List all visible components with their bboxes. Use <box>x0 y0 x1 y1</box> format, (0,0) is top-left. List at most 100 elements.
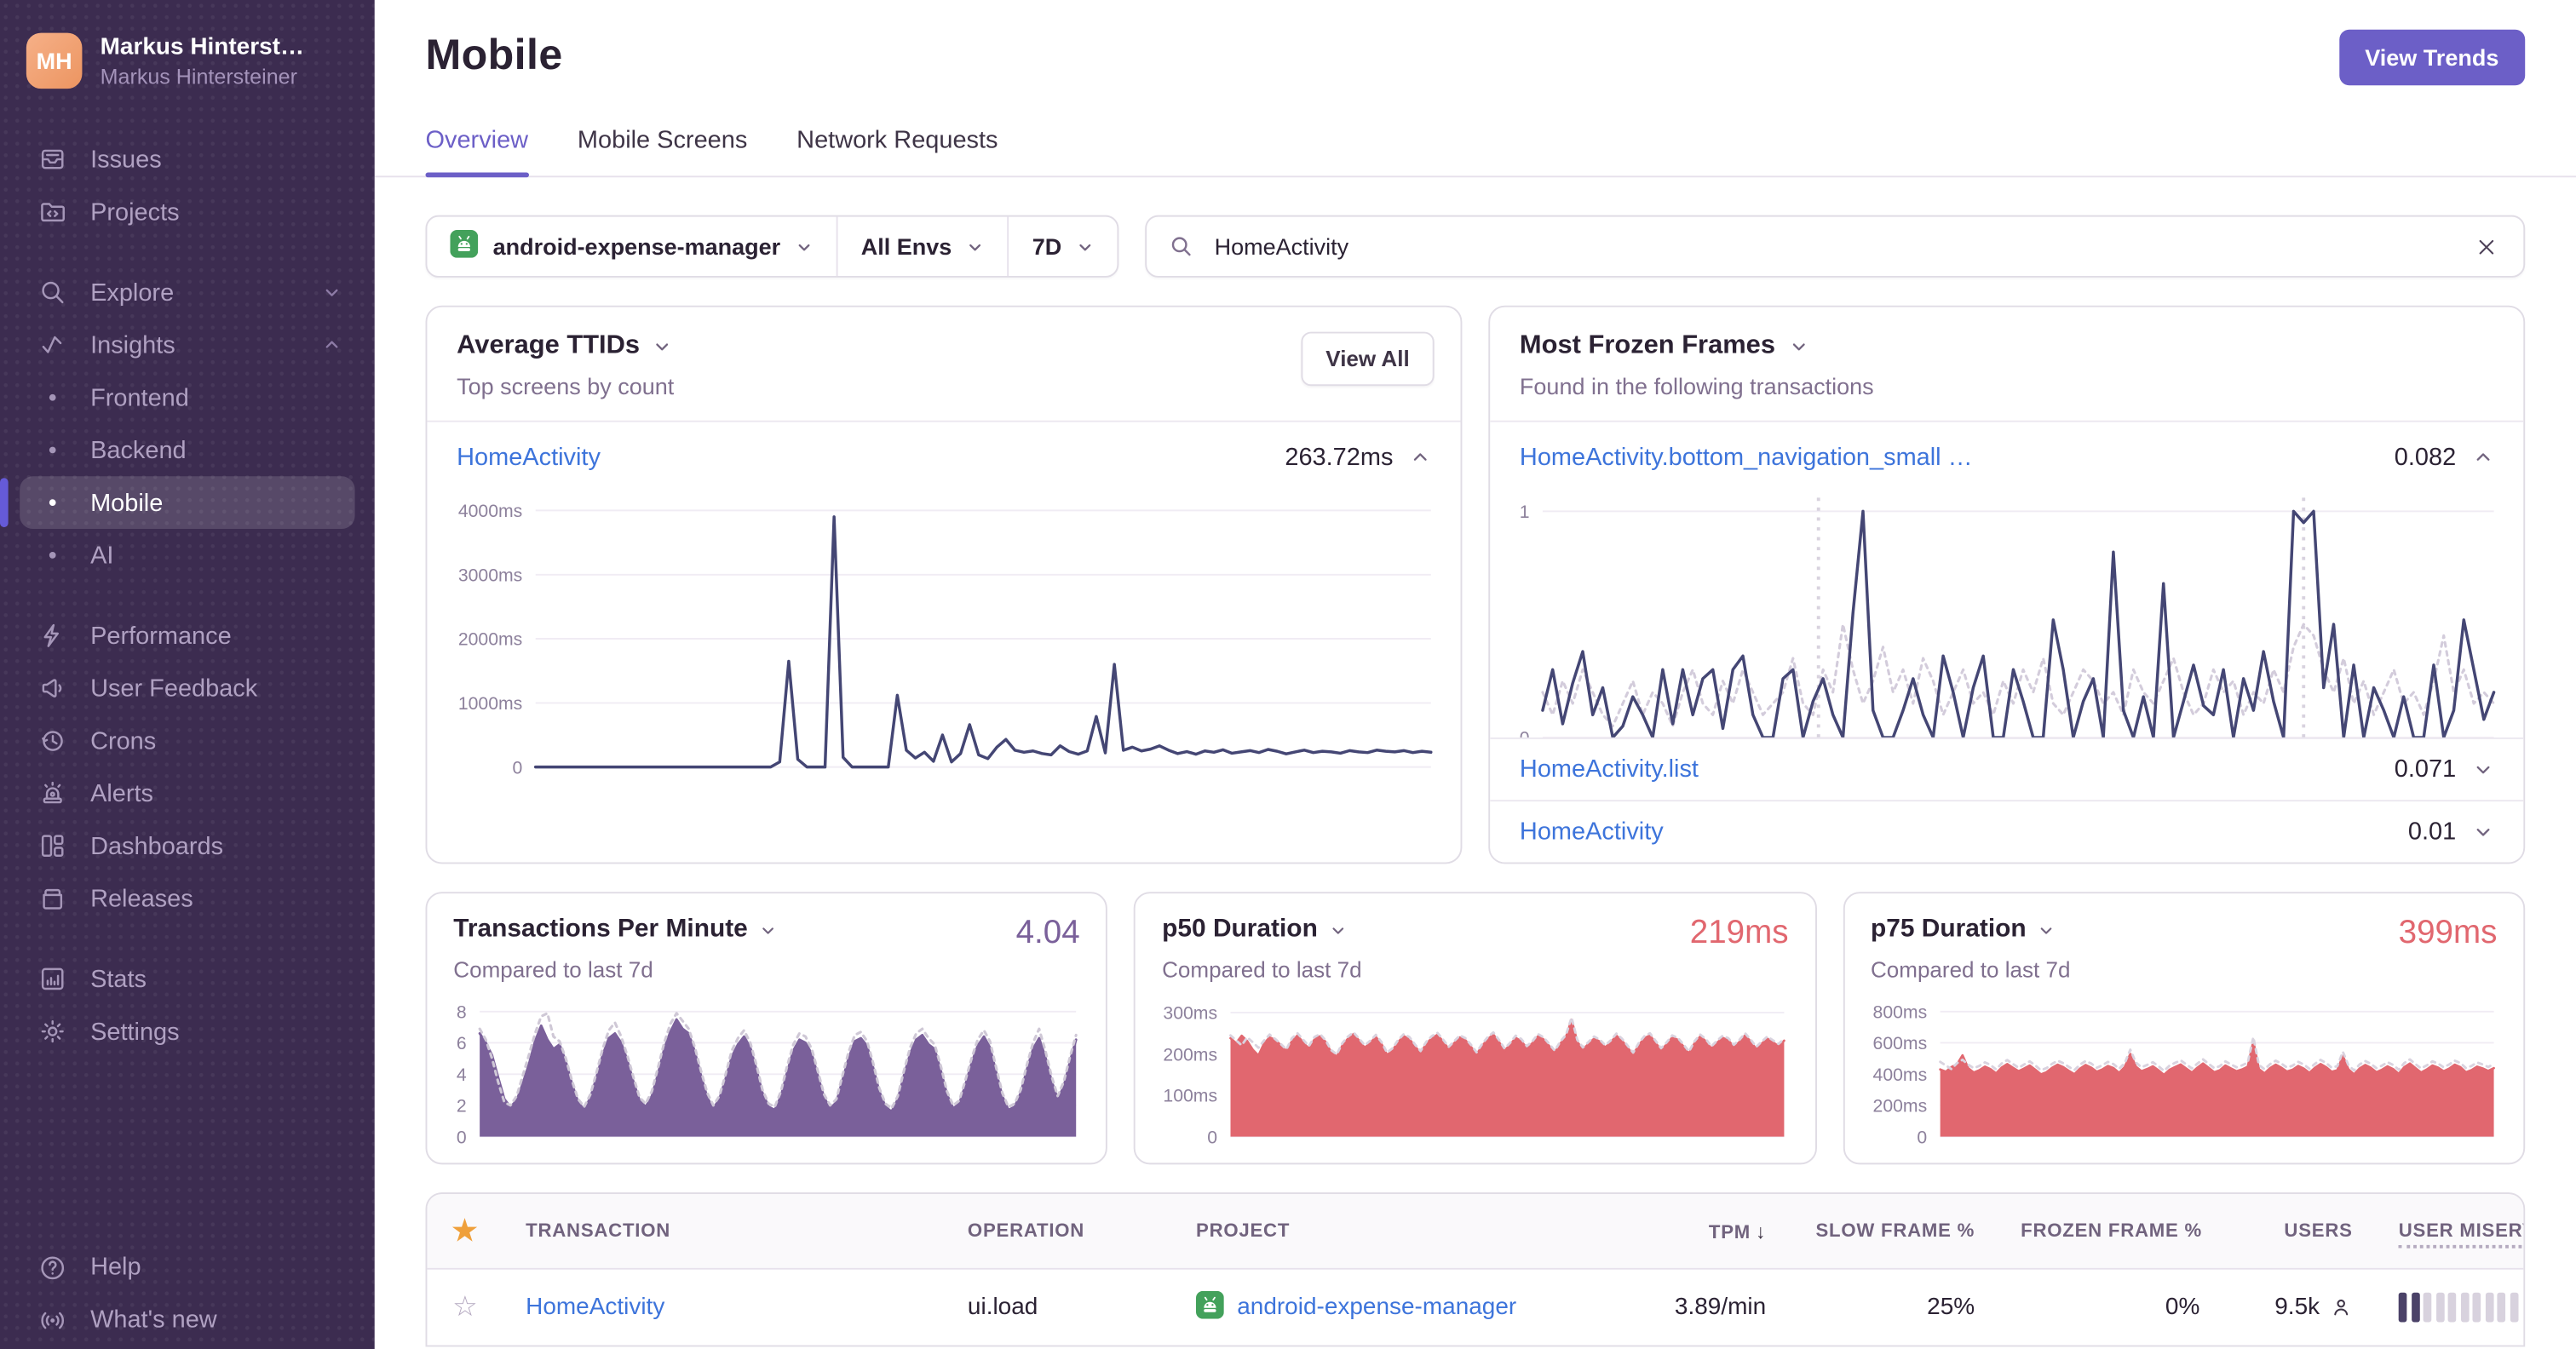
environment-selector-label: All Envs <box>860 232 952 260</box>
date-range-selector-label: 7D <box>1032 232 1062 260</box>
column-frozen-frame[interactable]: FROZEN FRAME % <box>1998 1221 2222 1241</box>
card-subtitle: Compared to last 7d <box>1870 957 2071 983</box>
broadcast-icon <box>36 1305 69 1335</box>
sidebar-item-settings[interactable]: Settings <box>20 1005 354 1058</box>
sidebar-item-insights[interactable]: Insights <box>20 319 354 371</box>
sidebar-item-releases[interactable]: Releases <box>20 872 354 925</box>
sidebar-item-label: Crons <box>90 726 157 755</box>
sidebar-group-main: Issues Projects <box>0 133 375 238</box>
sidebar-item-performance[interactable]: Performance <box>20 609 354 662</box>
svg-text:0: 0 <box>1208 1128 1218 1146</box>
view-all-button[interactable]: View All <box>1301 331 1435 387</box>
user-menu[interactable]: MH Markus Hinterst… Markus Hintersteiner <box>0 0 375 105</box>
chevron-up-icon[interactable] <box>1410 447 1431 468</box>
transaction-link[interactable]: HomeActivity <box>1520 818 1664 846</box>
project-selector[interactable]: android-expense-manager <box>427 217 836 276</box>
page-title: Mobile <box>425 29 563 79</box>
tab-overview[interactable]: Overview <box>425 126 528 178</box>
environment-selector[interactable]: All Envs <box>836 216 1008 276</box>
sidebar-item-explore[interactable]: Explore <box>20 266 354 319</box>
bullet-icon <box>36 393 69 401</box>
tab-mobile-screens[interactable]: Mobile Screens <box>578 126 747 175</box>
sidebar-item-projects[interactable]: Projects <box>20 186 354 238</box>
transaction-link[interactable]: HomeActivity <box>526 1294 664 1321</box>
bullet-icon <box>36 446 69 454</box>
chevron-up-icon <box>322 335 342 354</box>
chevron-down-icon <box>967 238 985 255</box>
svg-text:600ms: 600ms <box>1872 1034 1927 1053</box>
metric-cards-row: Transactions Per Minute 4.04 Compared to… <box>425 892 2526 1165</box>
p75-value: 399ms <box>2398 915 2498 951</box>
tab-network-requests[interactable]: Network Requests <box>796 126 998 175</box>
date-range-selector[interactable]: 7D <box>1007 216 1118 276</box>
sidebar-item-dashboards[interactable]: Dashboards <box>20 819 354 872</box>
chevron-down-icon <box>1077 238 1095 255</box>
sidebar-item-label: Insights <box>90 330 175 359</box>
transaction-link[interactable]: HomeActivity <box>457 444 601 472</box>
chevron-down-icon[interactable] <box>2038 921 2056 939</box>
filter-bar: android-expense-manager All Envs 7D <box>425 215 2526 278</box>
transaction-link[interactable]: HomeActivity.bottom_navigation_small … <box>1520 444 1973 472</box>
tpm-cell: 3.89/min <box>1674 1294 1767 1321</box>
transaction-link[interactable]: HomeActivity.list <box>1520 755 1699 784</box>
frozen-accordion-row-expanded: HomeActivity.bottom_navigation_small … 0… <box>1490 422 2523 485</box>
svg-text:3000ms: 3000ms <box>458 566 522 586</box>
frozen-frames-header: Most Frozen Frames Found in the followin… <box>1490 307 2524 422</box>
table-row: ☆ HomeActivity ui.load android-expense-m… <box>427 1269 2524 1346</box>
column-project[interactable]: PROJECT <box>1173 1221 1600 1241</box>
column-tpm[interactable]: TPM ↓ <box>1600 1220 1789 1243</box>
star-outline-icon[interactable]: ☆ <box>427 1291 503 1324</box>
frozen-value: 0.071 <box>2394 755 2457 784</box>
sidebar-group-explore: Explore Insights Frontend Backend Mobile… <box>0 266 375 581</box>
chevron-up-icon[interactable] <box>2472 447 2493 468</box>
chevron-down-icon[interactable] <box>2472 821 2493 842</box>
view-trends-button[interactable]: View Trends <box>2338 29 2526 86</box>
p75-chart: 800ms 600ms 400ms 200ms 0 <box>1854 996 2501 1147</box>
sidebar-item-mobile[interactable]: Mobile <box>0 476 355 529</box>
card-title: p50 Duration <box>1162 915 1318 943</box>
chevron-down-icon[interactable] <box>653 336 673 356</box>
column-operation[interactable]: OPERATION <box>945 1221 1173 1241</box>
tpm-chart: 8 6 4 2 0 <box>437 996 1084 1147</box>
frozen-accordion-row: HomeActivity.list 0.071 <box>1490 737 2524 801</box>
sidebar-item-crons[interactable]: Crons <box>20 715 354 767</box>
project-link[interactable]: android-expense-manager <box>1237 1294 1516 1321</box>
chevron-down-icon[interactable] <box>759 921 777 939</box>
svg-text:0: 0 <box>457 1128 467 1146</box>
siren-icon <box>36 778 69 808</box>
column-transaction[interactable]: TRANSACTION <box>503 1221 945 1241</box>
chevron-down-icon[interactable] <box>2472 759 2493 780</box>
sidebar-item-frontend[interactable]: Frontend <box>20 371 354 424</box>
sidebar-item-help[interactable]: Help <box>20 1241 354 1294</box>
transactions-table: ★ TRANSACTION OPERATION PROJECT TPM ↓ SLO… <box>425 1192 2526 1347</box>
project-cell: android-expense-manager <box>1173 1289 1600 1325</box>
sidebar-item-alerts[interactable]: Alerts <box>20 767 354 820</box>
sidebar-item-whats-new[interactable]: What's new <box>20 1294 354 1346</box>
sidebar-item-label: Help <box>90 1253 141 1282</box>
column-user-misery[interactable]: USER MISERY <box>2376 1220 2524 1248</box>
column-users[interactable]: USERS <box>2222 1221 2375 1241</box>
chevron-down-icon[interactable] <box>1329 921 1347 939</box>
sidebar-group-tools: Performance User Feedback Crons Alerts D… <box>0 609 375 924</box>
clear-search-icon[interactable] <box>2471 231 2503 262</box>
search-box <box>1145 215 2526 278</box>
transaction-cell: HomeActivity <box>503 1294 945 1321</box>
project-selector-label: android-expense-manager <box>492 232 781 260</box>
sidebar-item-label: Frontend <box>90 383 189 412</box>
sidebar-item-backend[interactable]: Backend <box>20 424 354 477</box>
sidebar-item-stats[interactable]: Stats <box>20 953 354 1006</box>
ttid-chart: 4000ms 3000ms 2000ms 1000ms 0 <box>440 485 1438 778</box>
tpm-card: Transactions Per Minute 4.04 Compared to… <box>425 892 1108 1165</box>
svg-text:1000ms: 1000ms <box>458 694 522 714</box>
sidebar-item-ai[interactable]: AI <box>20 529 354 582</box>
user-display-name: Markus Hinterst… <box>100 33 304 60</box>
svg-text:1: 1 <box>1520 502 1530 522</box>
search-input[interactable] <box>1210 231 2455 261</box>
slow-frame-cell: 25% <box>1927 1294 1975 1321</box>
frozen-value: 0.01 <box>2407 818 2457 847</box>
sidebar-item-user-feedback[interactable]: User Feedback <box>20 662 354 715</box>
chevron-down-icon[interactable] <box>1788 336 1808 356</box>
tpm-value: 4.04 <box>1015 915 1080 951</box>
column-slow-frame[interactable]: SLOW FRAME % <box>1789 1221 1998 1241</box>
sidebar-item-issues[interactable]: Issues <box>20 133 354 186</box>
